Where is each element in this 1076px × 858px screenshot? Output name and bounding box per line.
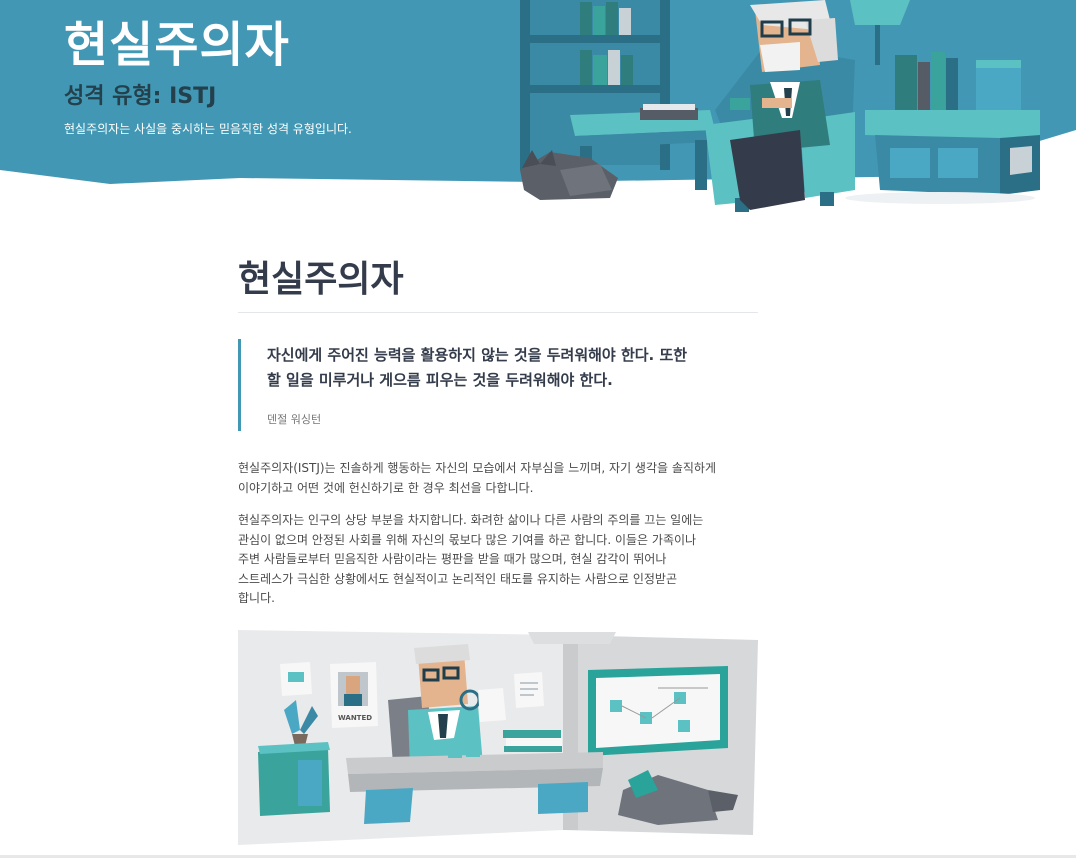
paragraph-2-line-3: 주변 사람들로부터 믿음직한 사람이라는 평판을 받을 때가 많으며, 현실 감… [238,552,667,566]
quote-line-1: 자신에게 주어진 능력을 활용하지 않는 것을 두려워해야 한다. 또한 [267,346,688,364]
main-content: 현실주의자 자신에게 주어진 능력을 활용하지 않는 것을 두려워해야 한다. … [238,256,758,609]
hero-description: 현실주의자는 사실을 중시하는 믿음직한 성격 유형입니다. [64,122,352,136]
paragraph-2-line-5: 합니다. [238,591,275,605]
hero-title: 현실주의자 [64,17,290,73]
paragraph-intro: 현실주의자(ISTJ)는 진솔하게 행동하는 자신의 모습에서 자부심을 느끼며… [238,459,758,498]
blockquote: 자신에게 주어진 능력을 활용하지 않는 것을 두려워해야 한다. 또한 할 일… [238,339,758,431]
evidence-board-icon [588,666,728,756]
hero-banner: 현실주의자 성격 유형: ISTJ 현실주의자는 사실을 중시하는 믿음직한 성… [0,0,1076,230]
section-title: 현실주의자 [238,259,404,300]
paragraph-1-line-1: 현실주의자(ISTJ)는 진솔하게 행동하는 자신의 모습에서 자부심을 느끼며… [238,461,717,475]
quote-author: 덴절 워싱턴 [267,413,322,426]
paragraph-1-line-2: 이야기하고 어떤 것에 헌신하기로 한 경우 최선을 다합니다. [238,480,534,495]
paragraph-2-line-4: 스트레스가 극심한 상황에서도 현실적이고 논리적인 태도를 유지하는 사람으로… [238,571,677,586]
quote-text: 자신에게 주어진 능력을 활용하지 않는 것을 두려워해야 한다. 또한 할 일… [267,343,758,393]
quote-line-2: 할 일을 미루거나 게으름 피우는 것을 두려워해야 한다. [267,371,613,389]
paragraph-2-line-1: 현실주의자는 인구의 상당 부분을 차지합니다. 화려한 삶이나 다른 사람의 … [238,513,704,527]
section-divider [238,312,758,313]
note-icon [514,672,544,708]
paragraph-population: 현실주의자는 인구의 상당 부분을 차지합니다. 화려한 삶이나 다른 사람의 … [238,511,758,609]
hero-text: 현실주의자 성격 유형: ISTJ 현실주의자는 사실을 중시하는 믿음직한 성… [64,14,352,137]
hero-subtitle: 성격 유형: ISTJ [64,84,217,109]
frame-icon [280,662,312,696]
hero-illustration [520,0,1040,212]
wanted-poster-icon: WANTED [330,662,378,728]
cabinet-icon [865,52,1040,195]
paragraph-2-line-2: 관심이 없으며 안정된 사회를 위해 자신의 몫보다 많은 기여를 하곤 합니다… [238,532,697,547]
cabinet-icon [258,742,330,816]
wanted-label: WANTED [338,714,372,722]
detective-office-illustration: WANTED [238,630,758,845]
